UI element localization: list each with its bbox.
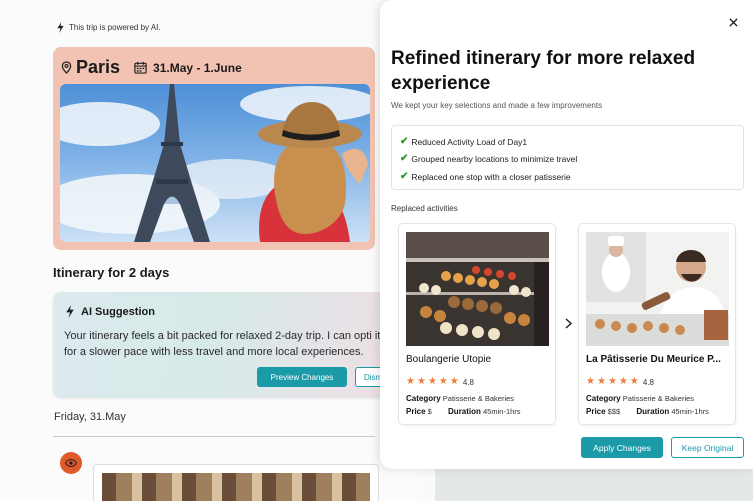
star-icon: ★ [618,376,628,387]
improvement-text: Replaced one stop with a closer patisser… [411,171,571,182]
refined-itinerary-modal: Refined itinerary for more relaxed exper… [380,0,753,469]
star-icon: ★ [596,376,606,387]
category-label: Category [586,394,621,403]
check-icon: ✔ [400,171,409,182]
close-icon [728,17,738,27]
itinerary-title: Itinerary for 2 days [53,265,170,280]
activity-category: Category Patisserie & Bakeries [406,394,514,403]
improvements-list: ✔ Reduced Activity Load of Day1 ✔ Groupe… [391,125,744,190]
eiffel-tower-image [60,84,370,242]
ai-suggestion-title: AI Suggestion [81,305,155,318]
chef-pastry-image [586,232,729,346]
rating-value: 4.8 [462,377,474,387]
modal-title: Refined itinerary for more relaxed exper… [391,48,696,94]
ai-suggestion-card: AI Suggestion Your itinerary feels a bit… [53,292,405,398]
activity-price-duration: Price $$$ Duration 45min-1hrs [586,407,709,416]
lightning-icon [57,22,64,33]
activity-rating: ★ ★ ★ ★ ★ 4.8 [406,377,474,387]
duration-label: Duration [636,407,670,416]
activity-card[interactable]: Boulangerie Utopie ★ ★ ★ ★ ★ 4.8 Categor… [398,223,556,425]
activity-preview-card[interactable] [93,464,379,501]
trip-header: Paris 31.May - 1.June [61,57,242,78]
preview-changes-button[interactable]: Preview Changes [257,367,347,387]
lightning-icon [66,305,74,318]
improvement-item: ✔ Reduced Activity Load of Day1 [400,136,527,147]
activity-name: La Pâtisserie Du Meurice P... [586,354,721,365]
trip-dates: 31.May - 1.June [153,60,242,75]
star-icon: ★ [607,376,617,387]
improvement-item: ✔ Grouped nearby locations to minimize t… [400,153,577,164]
replaced-activities-title: Replaced activities [391,204,458,213]
itinerary-column: This trip is powered by AI. Paris 31.May… [0,0,420,501]
next-activity-button[interactable] [561,316,575,330]
gallery-photo [102,473,370,501]
star-icon: ★ [406,376,415,387]
star-icon: ★ [449,376,459,387]
apply-changes-button[interactable]: Apply Changes [581,437,663,458]
location-pin-icon [61,61,72,74]
keep-original-button[interactable]: Keep Original [671,437,744,458]
star-icon: ★ [438,376,448,387]
trip-city: Paris [76,57,121,77]
calendar-icon [134,61,147,74]
activity-photo [586,232,729,346]
divider [53,436,375,437]
star-icon: ★ [416,376,426,387]
duration-value: 45min-1hrs [483,407,521,416]
check-icon: ✔ [400,136,409,147]
activity-name: Boulangerie Utopie [406,354,492,365]
price-label: Price [406,407,426,416]
trip-card: Paris 31.May - 1.June [53,47,375,250]
star-icon: ★ [629,376,639,387]
chevron-right-icon [564,317,572,329]
pastry-display-image [406,232,549,346]
activity-rating: ★ ★ ★ ★ ★ 4.8 [586,377,654,387]
category-value: Patisserie & Bakeries [622,394,695,403]
price-label: Price [586,407,606,416]
ai-suggestion-header: AI Suggestion [65,305,155,318]
modal-subtitle: We kept your key selections and made a f… [391,101,603,110]
activity-category: Category Patisserie & Bakeries [586,394,694,403]
price-value: $ [427,407,432,416]
rating-value: 4.8 [642,377,654,387]
category-value: Patisserie & Bakeries [442,394,515,403]
eye-icon [65,459,77,467]
map-preview[interactable] [435,468,753,501]
eye-badge[interactable] [60,452,82,474]
activity-photo [406,232,549,346]
check-icon: ✔ [400,153,409,164]
category-label: Category [406,394,441,403]
ai-suggestion-text: Your itinerary feels a bit packed for re… [64,330,381,358]
duration-value: 45min-1hrs [671,407,709,416]
activity-card[interactable]: La Pâtisserie Du Meurice P... ★ ★ ★ ★ ★ … [578,223,736,425]
improvement-text: Grouped nearby locations to minimize tra… [411,153,578,164]
star-icon: ★ [586,376,595,387]
powered-by-text: This trip is powered by AI. [69,23,161,32]
price-value: $$$ [607,407,621,416]
activity-price-duration: Price $ Duration 45min-1hrs [406,407,521,416]
close-button[interactable] [725,14,741,30]
paris-photo [60,84,370,242]
improvement-item: ✔ Replaced one stop with a closer patiss… [400,171,571,182]
star-icon: ★ [427,376,437,387]
day-label: Friday, 31.May [54,411,126,423]
duration-label: Duration [448,407,481,416]
improvement-text: Reduced Activity Load of Day1 [411,136,528,147]
powered-by-note: This trip is powered by AI. [56,22,161,33]
